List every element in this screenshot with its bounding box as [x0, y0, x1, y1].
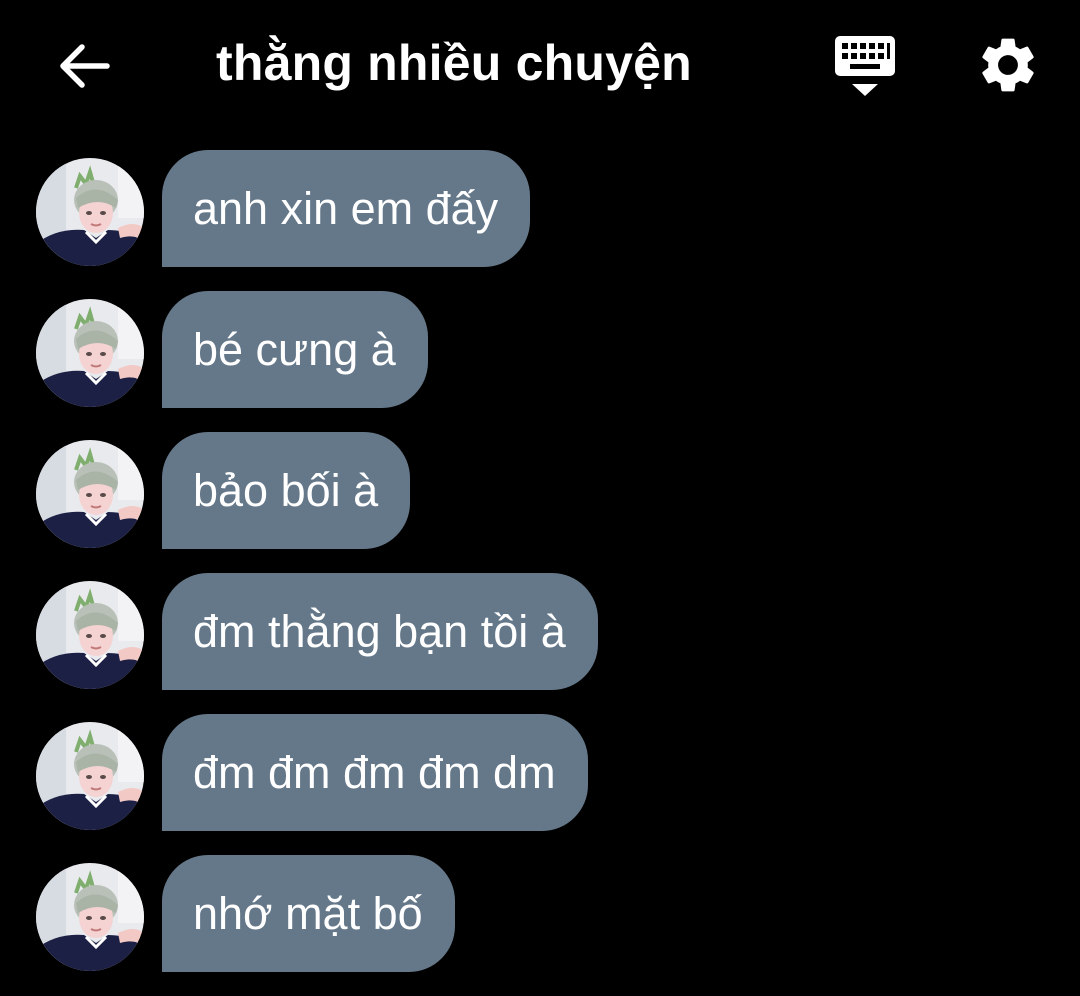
message-bubble[interactable]: đm đm đm đm dm — [162, 714, 588, 831]
contact-avatar[interactable] — [36, 440, 144, 548]
message-row: nhớ mặt bố — [0, 855, 1080, 996]
keyboard-toggle-button[interactable] — [830, 32, 900, 102]
message-row: bé cưng à — [0, 291, 1080, 432]
message-text: bảo bối à — [193, 464, 379, 516]
contact-avatar[interactable] — [36, 158, 144, 266]
contact-avatar[interactable] — [36, 299, 144, 407]
message-row: anh xin em đấy — [0, 150, 1080, 291]
contact-avatar[interactable] — [36, 863, 144, 971]
message-row: đm thằng bạn tồi à — [0, 573, 1080, 714]
message-list[interactable]: anh xin em đấy bé cưng à bảo bối à đm th… — [0, 150, 1080, 996]
contact-avatar[interactable] — [36, 581, 144, 689]
message-bubble[interactable]: nhớ mặt bố — [162, 855, 455, 972]
message-row: đm đm đm đm dm — [0, 714, 1080, 855]
message-text: đm đm đm đm dm — [193, 746, 556, 798]
message-bubble[interactable]: bé cưng à — [162, 291, 428, 408]
chat-title: thằng nhiều chuyện — [216, 35, 692, 91]
message-row: bảo bối à — [0, 432, 1080, 573]
message-bubble[interactable]: anh xin em đấy — [162, 150, 531, 267]
chat-header: thằng nhiều chuyện — [0, 0, 1080, 130]
message-text: anh xin em đấy — [193, 182, 499, 234]
arrow-left-icon — [60, 44, 110, 88]
back-button[interactable] — [52, 34, 116, 98]
keyboard-hide-icon — [835, 36, 895, 96]
message-bubble[interactable]: bảo bối à — [162, 432, 411, 549]
gear-icon — [982, 38, 1034, 92]
settings-button[interactable] — [975, 32, 1041, 98]
message-bubble[interactable]: đm thằng bạn tồi à — [162, 573, 598, 690]
message-text: bé cưng à — [193, 323, 396, 375]
message-text: nhớ mặt bố — [193, 887, 423, 939]
contact-avatar[interactable] — [36, 722, 144, 830]
message-text: đm thằng bạn tồi à — [193, 605, 566, 657]
